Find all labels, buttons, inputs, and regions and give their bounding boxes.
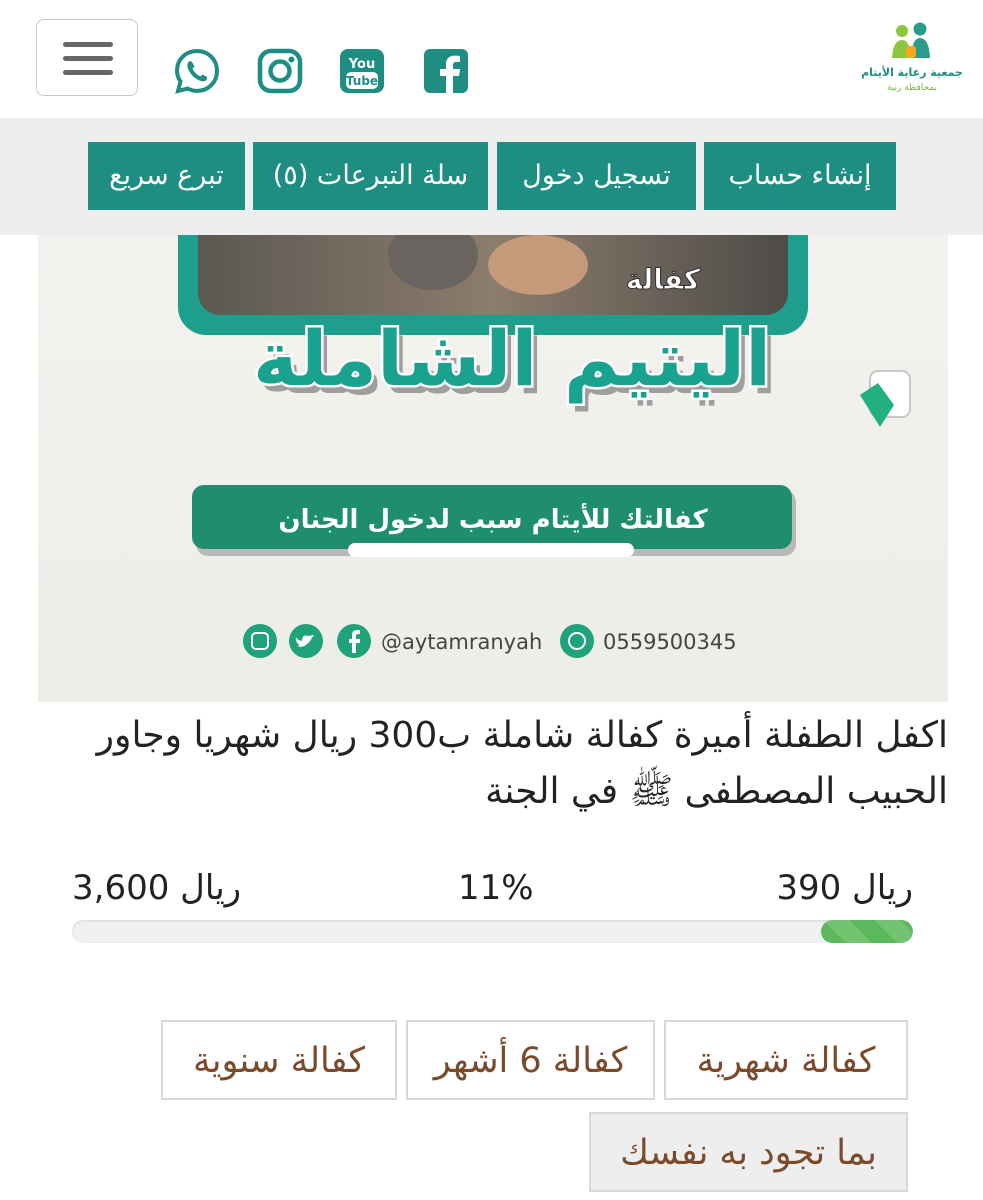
- banner-handle: @aytamranyah: [381, 630, 542, 654]
- banner-instagram-icon: [243, 624, 277, 658]
- menu-bar: [63, 56, 113, 61]
- instagram-icon[interactable]: [257, 48, 303, 94]
- whatsapp-icon[interactable]: [174, 48, 220, 94]
- menu-button[interactable]: [36, 19, 138, 96]
- progress-percent: 11%: [458, 868, 534, 908]
- target-amount: 3,600 ريال: [72, 868, 242, 908]
- youtube-text-top: You: [348, 57, 375, 72]
- banner-phone: 0559500345: [603, 630, 737, 654]
- banner-kafala-text: كفالة: [626, 263, 701, 296]
- login-button[interactable]: تسجيل دخول: [497, 142, 696, 210]
- banner-image: كفالة اليتيم الشاملة اليتيم الشاملة كفال…: [38, 235, 948, 702]
- charity-logo[interactable]: جمعية رعاية الأيتام بمحافظة رنية: [862, 18, 962, 102]
- top-header: You Tube جمعية رعاية الأيتام بمحافظة رني…: [0, 0, 983, 118]
- menu-bar: [63, 70, 113, 75]
- custom-amount-option[interactable]: بما تجود به نفسك: [589, 1112, 908, 1192]
- logo-text-line1: جمعية رعاية الأيتام: [862, 65, 962, 79]
- six-months-sponsorship-option[interactable]: كفالة 6 أشهر: [406, 1020, 655, 1100]
- collected-amount: 390 ريال: [776, 868, 913, 908]
- youtube-icon[interactable]: You Tube: [339, 48, 385, 94]
- banner-slogan: كفالتك للأيتام سبب لدخول الجنان: [278, 503, 708, 535]
- banner-title: اليتيم الشاملة: [253, 314, 771, 404]
- donation-cart-button[interactable]: سلة التبرعات (٥): [253, 142, 488, 210]
- quick-donate-button[interactable]: تبرع سريع: [88, 142, 245, 210]
- progress-bar: [72, 920, 913, 943]
- yearly-sponsorship-option[interactable]: كفالة سنوية: [161, 1020, 397, 1100]
- youtube-text-bottom: Tube: [346, 74, 378, 88]
- project-banner: كفالة اليتيم الشاملة اليتيم الشاملة كفال…: [38, 235, 948, 702]
- menu-bar: [63, 42, 113, 47]
- banner-whatsapp-icon: [560, 624, 594, 658]
- facebook-icon[interactable]: [423, 48, 469, 94]
- progress-fill: [820, 920, 913, 943]
- monthly-sponsorship-option[interactable]: كفالة شهرية: [664, 1020, 908, 1100]
- project-description: اكفل الطفلة أميرة كفالة شاملة ب300 ريال …: [96, 715, 948, 812]
- register-button[interactable]: إنشاء حساب: [704, 142, 896, 210]
- nav-bar: إنشاء حساب تسجيل دخول سلة التبرعات (٥) ت…: [0, 118, 983, 235]
- logo-text-line2: بمحافظة رنية: [887, 83, 937, 93]
